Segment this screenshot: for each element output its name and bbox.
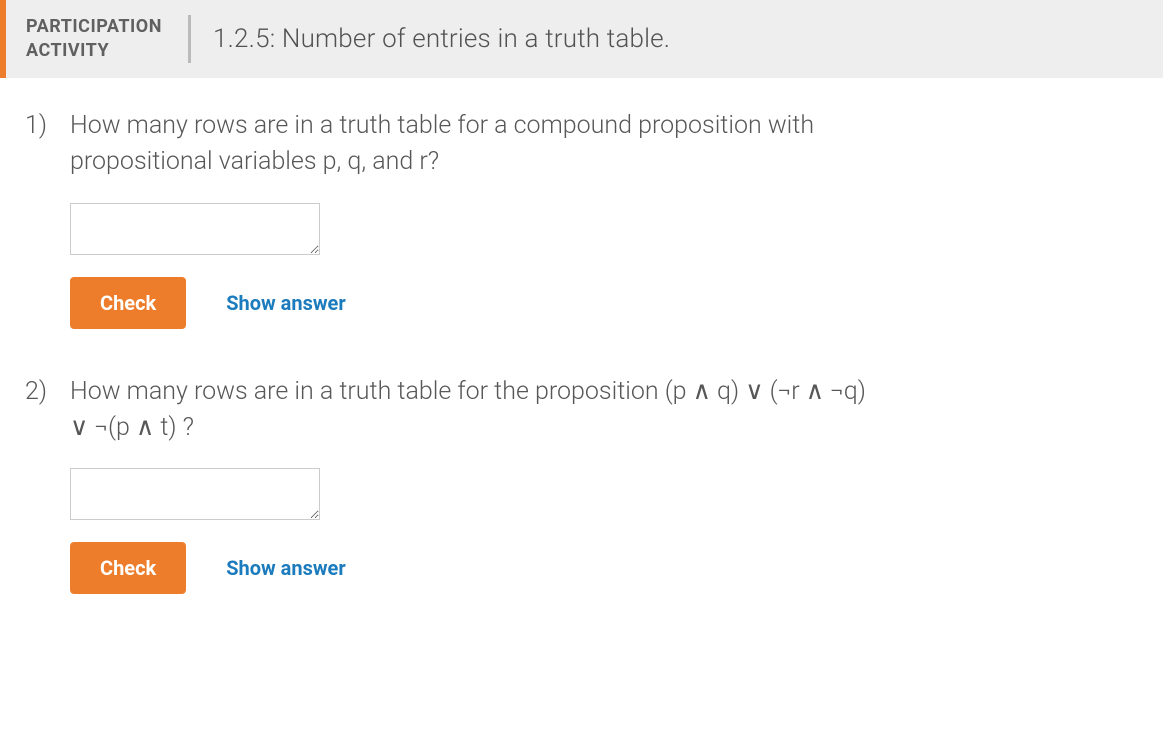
question-text: How many rows are in a truth table for a… — [70, 108, 890, 181]
answer-input[interactable] — [70, 203, 320, 255]
activity-content: 1) How many rows are in a truth table fo… — [0, 78, 1163, 659]
show-answer-button[interactable]: Show answer — [226, 556, 345, 580]
button-row: Check Show answer — [70, 277, 1138, 329]
question-number: 2) — [25, 374, 70, 595]
check-button[interactable]: Check — [70, 542, 186, 594]
check-button[interactable]: Check — [70, 277, 186, 329]
activity-title: 1.2.5: Number of entries in a truth tabl… — [191, 24, 670, 54]
question-body: How many rows are in a truth table for a… — [70, 108, 1138, 329]
question-body: How many rows are in a truth table for t… — [70, 374, 1138, 595]
show-answer-button[interactable]: Show answer — [226, 291, 345, 315]
question-1: 1) How many rows are in a truth table fo… — [25, 108, 1138, 329]
question-2: 2) How many rows are in a truth table fo… — [25, 374, 1138, 595]
button-row: Check Show answer — [70, 542, 1138, 594]
question-text: How many rows are in a truth table for t… — [70, 374, 890, 447]
answer-input[interactable] — [70, 468, 320, 520]
activity-header: PARTICIPATION ACTIVITY 1.2.5: Number of … — [0, 0, 1163, 78]
question-number: 1) — [25, 108, 70, 329]
activity-type-label: PARTICIPATION ACTIVITY — [26, 15, 191, 64]
